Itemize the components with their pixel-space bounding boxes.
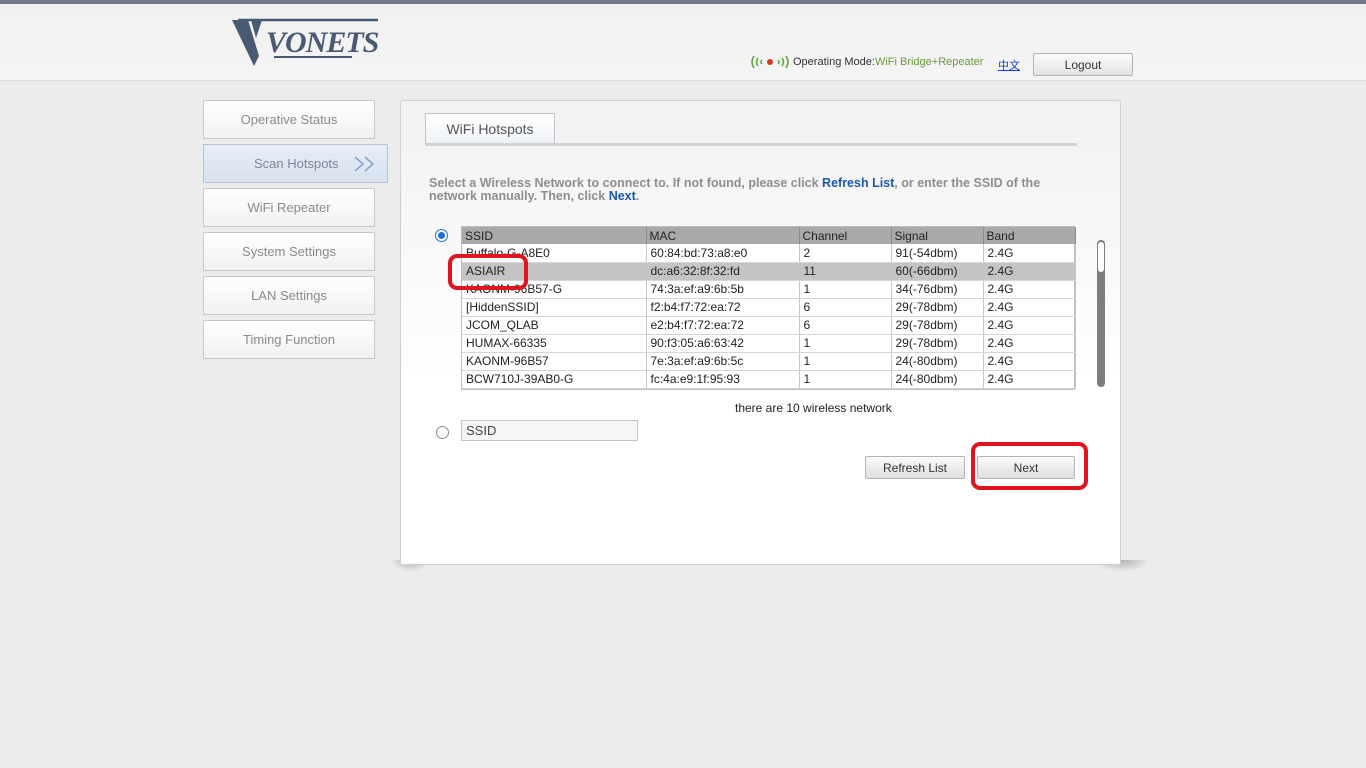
table-cell-mac: 7e:3a:ef:a9:6b:5c — [646, 352, 800, 371]
table-cell-ssid: HUMAX-66335 — [462, 334, 647, 353]
ssid-input[interactable] — [461, 420, 638, 441]
table-cell-mac: fc:4a:e9:1f:95:93 — [646, 370, 800, 389]
refresh-list-link[interactable]: Refresh List — [822, 176, 894, 190]
table-cell-channel: 2 — [799, 244, 892, 263]
highlight-annotation-asiair — [448, 254, 528, 290]
sidebar-item-label: Scan Hotspots — [254, 156, 339, 171]
table-scrollbar[interactable] — [1097, 240, 1105, 387]
table-cell-channel: 1 — [799, 352, 892, 371]
highlight-annotation-next — [971, 442, 1088, 490]
table-row[interactable]: BCW710J-39AB0-G fc:4a:e9:1f:95:93 1 24(-80d… — [462, 370, 1076, 389]
table-row[interactable]: JCOM_QLAB e2:b4:f7:72:ea:72 6 29(-78dbm) 2.4… — [462, 316, 1076, 335]
operating-mode: Operating Mode: WiFi Bridge+Repeater — [750, 53, 983, 71]
tab-divider — [425, 143, 1077, 146]
sidebar-item-label: WiFi Repeater — [247, 200, 331, 215]
scrollbar-thumb[interactable] — [1098, 242, 1104, 272]
sidebar-item-label: Operative Status — [240, 112, 338, 127]
svg-text:VONETS: VONETS — [266, 26, 379, 59]
table-cell-signal: 29(-78dbm) — [891, 298, 984, 317]
sidebar-item-label: LAN Settings — [251, 288, 327, 303]
instruction-part: Select a Wireless Network to connect to.… — [429, 176, 823, 190]
sidebar-item-label: System Settings — [242, 244, 336, 259]
table-body: Buffalo-G-A8E0 60:84:bd:73:a8:e0 2 91(-54db… — [462, 244, 1076, 389]
table-cell-band: 2.4G — [983, 352, 1076, 371]
table-cell-signal: 34(-76dbm) — [891, 280, 984, 299]
tab-wifi-hotspots[interactable]: WiFi Hotspots — [425, 113, 555, 143]
table-header-row: SSID MAC Channel Signal Band — [462, 227, 1076, 244]
table-cell-band: 2.4G — [983, 280, 1076, 299]
table-cell-signal: 29(-78dbm) — [891, 334, 984, 353]
network-count-text: there are 10 wireless network — [735, 401, 892, 415]
table-cell-signal: 60(-66dbm) — [891, 262, 984, 281]
table-cell-mac: e2:b4:f7:72:ea:72 — [646, 316, 800, 335]
select-from-list-radio[interactable] — [435, 229, 448, 242]
table-cell-ssid: [HiddenSSID] — [462, 298, 647, 317]
column-header-mac: MAC — [646, 227, 800, 244]
table-cell-channel: 1 — [799, 370, 892, 389]
operating-mode-label: Operating Mode: — [793, 56, 875, 68]
table-cell-ssid: KAONM-96B57 — [462, 352, 647, 371]
column-header-ssid: SSID — [462, 227, 647, 244]
table-cell-band: 2.4G — [983, 370, 1076, 389]
language-link[interactable]: 中文 — [998, 57, 1020, 73]
sidebar-item-operative-status[interactable]: Operative Status — [203, 100, 375, 139]
table-cell-signal: 91(-54dbm) — [891, 244, 984, 263]
table-row[interactable]: [HiddenSSID] f2:b4:f7:72:ea:72 6 29(-78dbm)… — [462, 298, 1076, 317]
table-cell-signal: 29(-78dbm) — [891, 316, 984, 335]
column-header-band: Band — [983, 227, 1076, 244]
table-cell-band: 2.4G — [983, 298, 1076, 317]
sidebar-item-wifi-repeater[interactable]: WiFi Repeater — [203, 188, 375, 227]
table-cell-band: 2.4G — [983, 316, 1076, 335]
table-cell-mac: dc:a6:32:8f:32:fd — [646, 262, 800, 281]
table-row[interactable]: KAONM-96B57-G 74:3a:ef:a9:6b:5b 1 34(-76dbm… — [462, 280, 1076, 299]
column-header-signal: Signal — [891, 227, 984, 244]
table-cell-signal: 24(-80dbm) — [891, 352, 984, 371]
column-header-channel: Channel — [799, 227, 892, 244]
next-link[interactable]: Next — [609, 189, 636, 203]
header: VONETS Operating Mode: WiFi Bridge+Repeat… — [0, 4, 1366, 81]
vonets-logo: VONETS — [232, 18, 380, 66]
refresh-list-button[interactable]: Refresh List — [865, 456, 965, 479]
table-cell-mac: 90:f3:05:a6:63:42 — [646, 334, 800, 353]
table-row[interactable]: KAONM-96B57 7e:3a:ef:a9:6b:5c 1 24(-80dbm) 2… — [462, 352, 1076, 371]
sidebar-item-system-settings[interactable]: System Settings — [203, 232, 375, 271]
sidebar-item-label: Timing Function — [243, 332, 335, 347]
table-row[interactable]: HUMAX-66335 90:f3:05:a6:63:42 1 29(-78dbm) 2… — [462, 334, 1076, 353]
instruction-part: . — [635, 189, 640, 203]
table-cell-channel: 6 — [799, 298, 892, 317]
hotspot-table: SSID MAC Channel Signal Band Buffalo-G-A… — [461, 226, 1076, 390]
manual-ssid-radio[interactable] — [436, 426, 449, 439]
table-cell-band: 2.4G — [983, 262, 1076, 281]
table-cell-ssid: JCOM_QLAB — [462, 316, 647, 335]
table-cell-channel: 11 — [799, 262, 892, 281]
table-row[interactable]: Buffalo-G-A8E0 60:84:bd:73:a8:e0 2 91(-54db… — [462, 244, 1076, 263]
operating-mode-value: WiFi Bridge+Repeater — [874, 56, 984, 68]
table-cell-channel: 1 — [799, 280, 892, 299]
instruction-text: Select a Wireless Network to connect to.… — [429, 177, 1079, 203]
table-cell-band: 2.4G — [983, 244, 1076, 263]
sidebar-item-scan-hotspots[interactable]: Scan Hotspots — [203, 144, 388, 183]
table-cell-mac: 74:3a:ef:a9:6b:5b — [646, 280, 800, 299]
table-cell-channel: 1 — [799, 334, 892, 353]
double-chevron-right-icon — [354, 156, 375, 172]
table-row[interactable]: ASIAIR dc:a6:32:8f:32:fd 11 60(-66dbm) 2.4G — [462, 262, 1076, 281]
table-cell-channel: 6 — [799, 316, 892, 335]
table-cell-ssid: BCW710J-39AB0-G — [462, 370, 647, 389]
wireless-signal-icon — [751, 55, 789, 69]
table-cell-mac: f2:b4:f7:72:ea:72 — [646, 298, 800, 317]
table-cell-signal: 24(-80dbm) — [891, 370, 984, 389]
table-cell-band: 2.4G — [983, 334, 1076, 353]
table-cell-mac: 60:84:bd:73:a8:e0 — [646, 244, 800, 263]
logout-button[interactable]: Logout — [1033, 53, 1133, 76]
sidebar-item-lan-settings[interactable]: LAN Settings — [203, 276, 375, 315]
sidebar-item-timing-function[interactable]: Timing Function — [203, 320, 375, 359]
